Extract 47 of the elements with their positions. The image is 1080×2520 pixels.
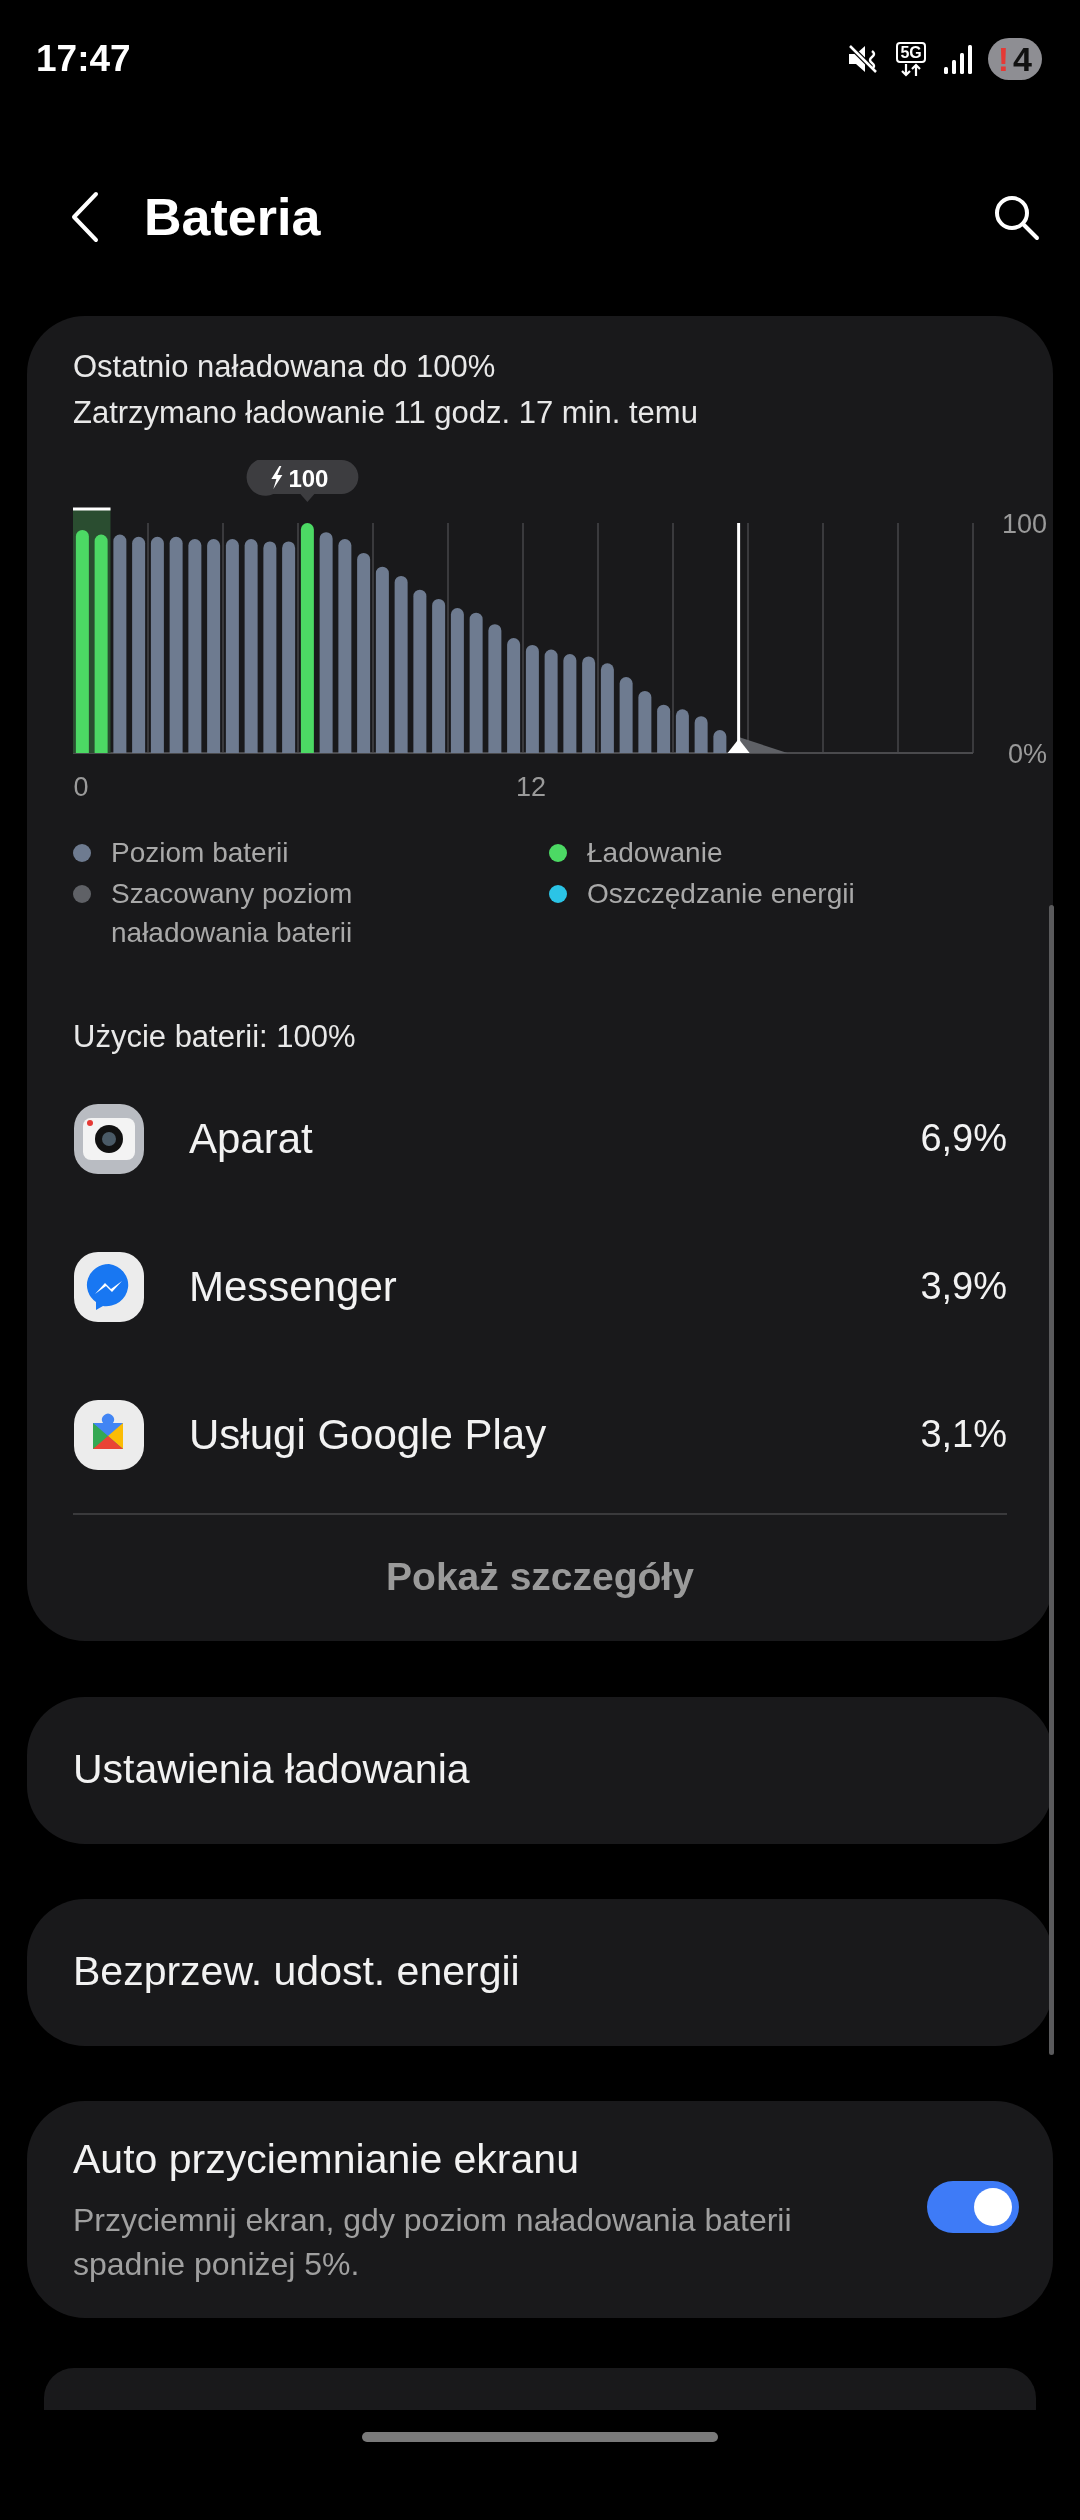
legend-label: Szacowany poziom naładowania baterii	[111, 877, 354, 950]
setting-title: Ustawienia ładowania	[73, 1745, 470, 1795]
setting-title: Auto przyciemnianie ekranu	[73, 2134, 580, 2184]
usage-percent: 6,9%	[920, 1116, 1007, 1161]
setting-description: Przyciemnij ekran, gdy poziom naładowania baterii spadnie poniżej 5%.	[73, 2201, 793, 2284]
notification-count: 4	[1013, 38, 1032, 80]
summary-text: Ostatnio naładowana do 100%	[73, 348, 497, 386]
details-link[interactable]: Pokaż szczegóły	[73, 1514, 1007, 1641]
puzzle-icon	[73, 1398, 145, 1471]
app-name: Usługi Google Play	[189, 1410, 547, 1460]
chart-bar	[713, 730, 727, 753]
app-name: Messenger	[189, 1262, 397, 1312]
setting-title: Bezprzew. udost. energii	[73, 1947, 520, 1997]
status-time: 17:47	[36, 37, 131, 82]
app-usage-row[interactable]: Messenger 3,9%	[73, 1212, 1007, 1361]
bolt-icon	[271, 466, 283, 489]
app-name: Aparat	[189, 1114, 313, 1164]
legend-label: Ładowanie	[587, 836, 723, 870]
axis-label: 12	[516, 772, 546, 802]
home-handle[interactable]	[362, 2432, 718, 2442]
back-button[interactable]	[70, 191, 100, 243]
app-usage-row[interactable]: Usługi Google Play 3,1%	[73, 1360, 1007, 1509]
page-title: Bateria	[144, 187, 321, 248]
usage-percent: 3,9%	[920, 1264, 1007, 1309]
axis-label: 0%	[1007, 739, 1047, 769]
legend-label: Poziom baterii	[111, 836, 289, 870]
toggle-switch[interactable]	[927, 2181, 1019, 2234]
chat-bubble-icon	[73, 1250, 145, 1323]
legend-label: Oszczędzanie energii	[587, 877, 855, 911]
summary-text: Zatrzymano ładowanie 11 godz. 17 min. temu	[73, 394, 699, 432]
usage-percent: 3,1%	[920, 1412, 1007, 1457]
setting-row[interactable]: Auto przyciemnianie ekranu Przyciemnij ekran, gdy poziom naładowania baterii spadnie poniżej 5%.	[27, 2100, 1053, 2318]
axis-label: 0	[73, 772, 89, 802]
tooltip-value: 100	[288, 465, 329, 492]
chart-bar	[694, 716, 708, 753]
signal-icon	[941, 43, 972, 75]
usage-title: Użycie baterii: 100%	[73, 1018, 357, 1056]
chart-bar	[675, 709, 689, 753]
alert-mark: !	[997, 38, 1010, 80]
app-usage-row[interactable]: Aparat 6,9%	[73, 1064, 1007, 1213]
camera-icon	[73, 1102, 145, 1175]
search-button[interactable]	[992, 193, 1040, 241]
back-icon	[70, 191, 100, 243]
chart-bar	[657, 704, 671, 753]
search-icon	[992, 193, 1040, 241]
chart-bar	[638, 690, 652, 753]
axis-label: 100	[1001, 509, 1047, 539]
